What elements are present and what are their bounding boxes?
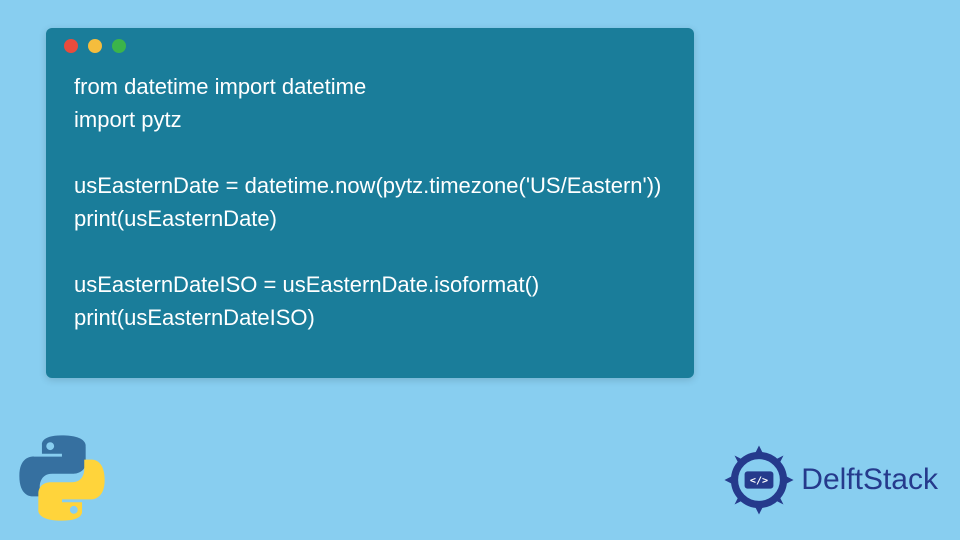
code-content: from datetime import datetime import pyt… [46,64,694,354]
delftstack-brand: </> DelftStack [723,444,938,516]
code-window: from datetime import datetime import pyt… [46,28,694,378]
code-line: print(usEasternDate) [74,206,277,231]
code-line: import pytz [74,107,182,132]
svg-text:</>: </> [750,476,768,487]
python-logo-icon [16,432,108,524]
maximize-icon[interactable] [112,39,126,53]
brand-name: DelftStack [801,463,938,497]
code-line: print(usEasternDateISO) [74,305,315,330]
code-line: from datetime import datetime [74,74,366,99]
delft-gear-icon: </> [723,444,795,516]
code-line: usEasternDate = datetime.now(pytz.timezo… [74,173,661,198]
code-line: usEasternDateISO = usEasternDate.isoform… [74,272,539,297]
close-icon[interactable] [64,39,78,53]
window-titlebar [46,28,694,64]
minimize-icon[interactable] [88,39,102,53]
